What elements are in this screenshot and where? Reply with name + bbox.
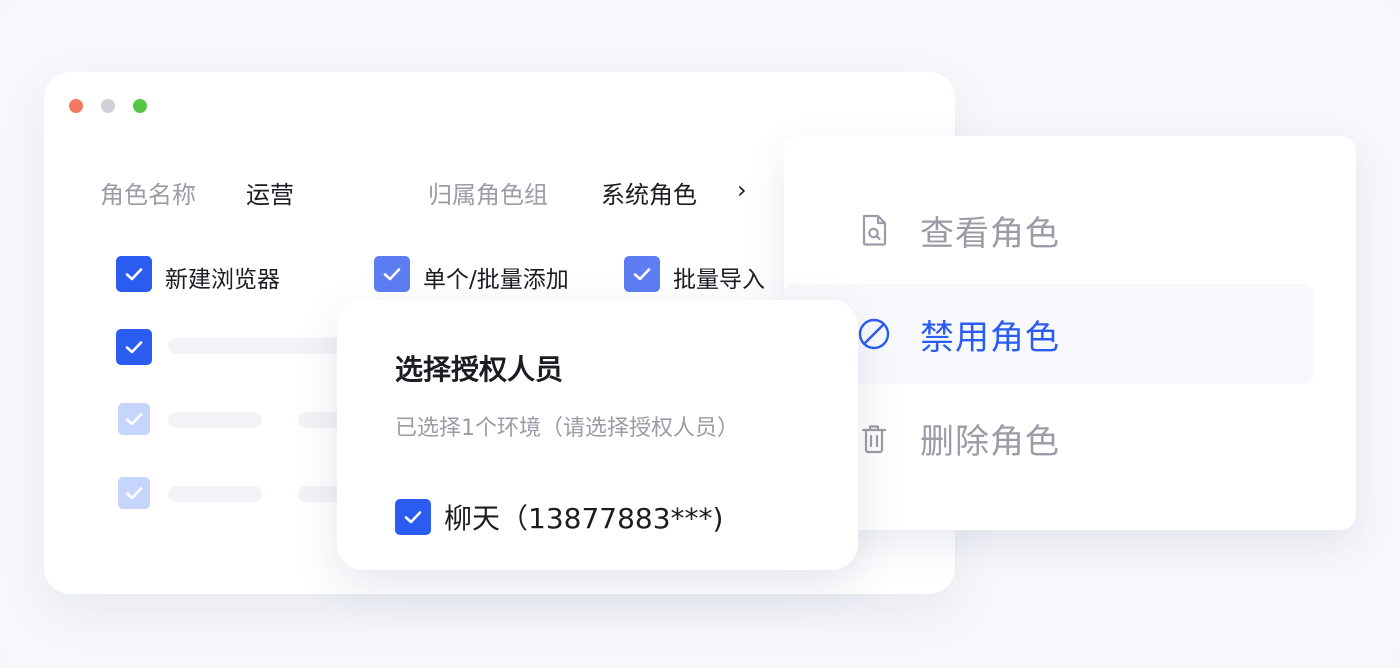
check-icon — [383, 268, 401, 281]
file-search-icon — [862, 214, 887, 246]
window-maximize-dot[interactable] — [133, 99, 147, 113]
role-action-menu: 查看角色 禁用角色 删除角色 — [784, 136, 1356, 530]
menu-item-label: 删除角色 — [920, 421, 1060, 462]
placeholder-bar — [168, 412, 262, 428]
permission-label: 单个/批量添加 — [423, 267, 569, 293]
window-minimize-dot[interactable] — [101, 99, 115, 113]
menu-item-label: 查看角色 — [920, 213, 1060, 254]
check-icon — [125, 413, 143, 426]
dialog-subtitle: 已选择1个环境（请选择授权人员） — [395, 416, 739, 441]
permission-label: 新建浏览器 — [165, 267, 280, 293]
placeholder-checkbox[interactable] — [118, 403, 150, 435]
chevron-right-icon[interactable]: › — [737, 176, 747, 204]
select-authorized-person-dialog: 选择授权人员 已选择1个环境（请选择授权人员） 柳天（13877883***) — [337, 300, 858, 570]
placeholder-bar — [168, 486, 262, 502]
menu-item-view-role[interactable]: 查看角色 — [784, 180, 1314, 280]
permission-checkbox-add[interactable] — [374, 256, 410, 292]
role-group-label: 归属角色组 — [428, 181, 548, 209]
permission-checkbox-import[interactable] — [624, 256, 660, 292]
permission-label: 批量导入 — [673, 267, 765, 293]
person-checkbox[interactable] — [395, 499, 431, 535]
permission-checkbox-new-browser[interactable] — [116, 256, 152, 292]
placeholder-checkbox[interactable] — [116, 329, 152, 365]
person-label: 柳天（13877883***) — [444, 502, 724, 535]
placeholder-checkbox[interactable] — [118, 477, 150, 509]
menu-item-disable-role[interactable]: 禁用角色 — [784, 284, 1314, 384]
check-icon — [125, 268, 143, 281]
role-name-value[interactable]: 运营 — [246, 175, 294, 210]
menu-item-label: 禁用角色 — [920, 317, 1060, 358]
ban-icon — [858, 318, 890, 350]
role-name-label: 角色名称 — [100, 181, 196, 209]
role-group-value[interactable]: 系统角色 — [601, 175, 697, 210]
trash-icon — [861, 425, 887, 454]
dialog-title: 选择授权人员 — [395, 353, 564, 386]
check-icon — [633, 268, 651, 281]
check-icon — [125, 341, 143, 354]
window-close-dot[interactable] — [69, 99, 83, 113]
check-icon — [404, 511, 422, 524]
check-icon — [125, 487, 143, 500]
menu-item-delete-role[interactable]: 删除角色 — [784, 388, 1314, 488]
